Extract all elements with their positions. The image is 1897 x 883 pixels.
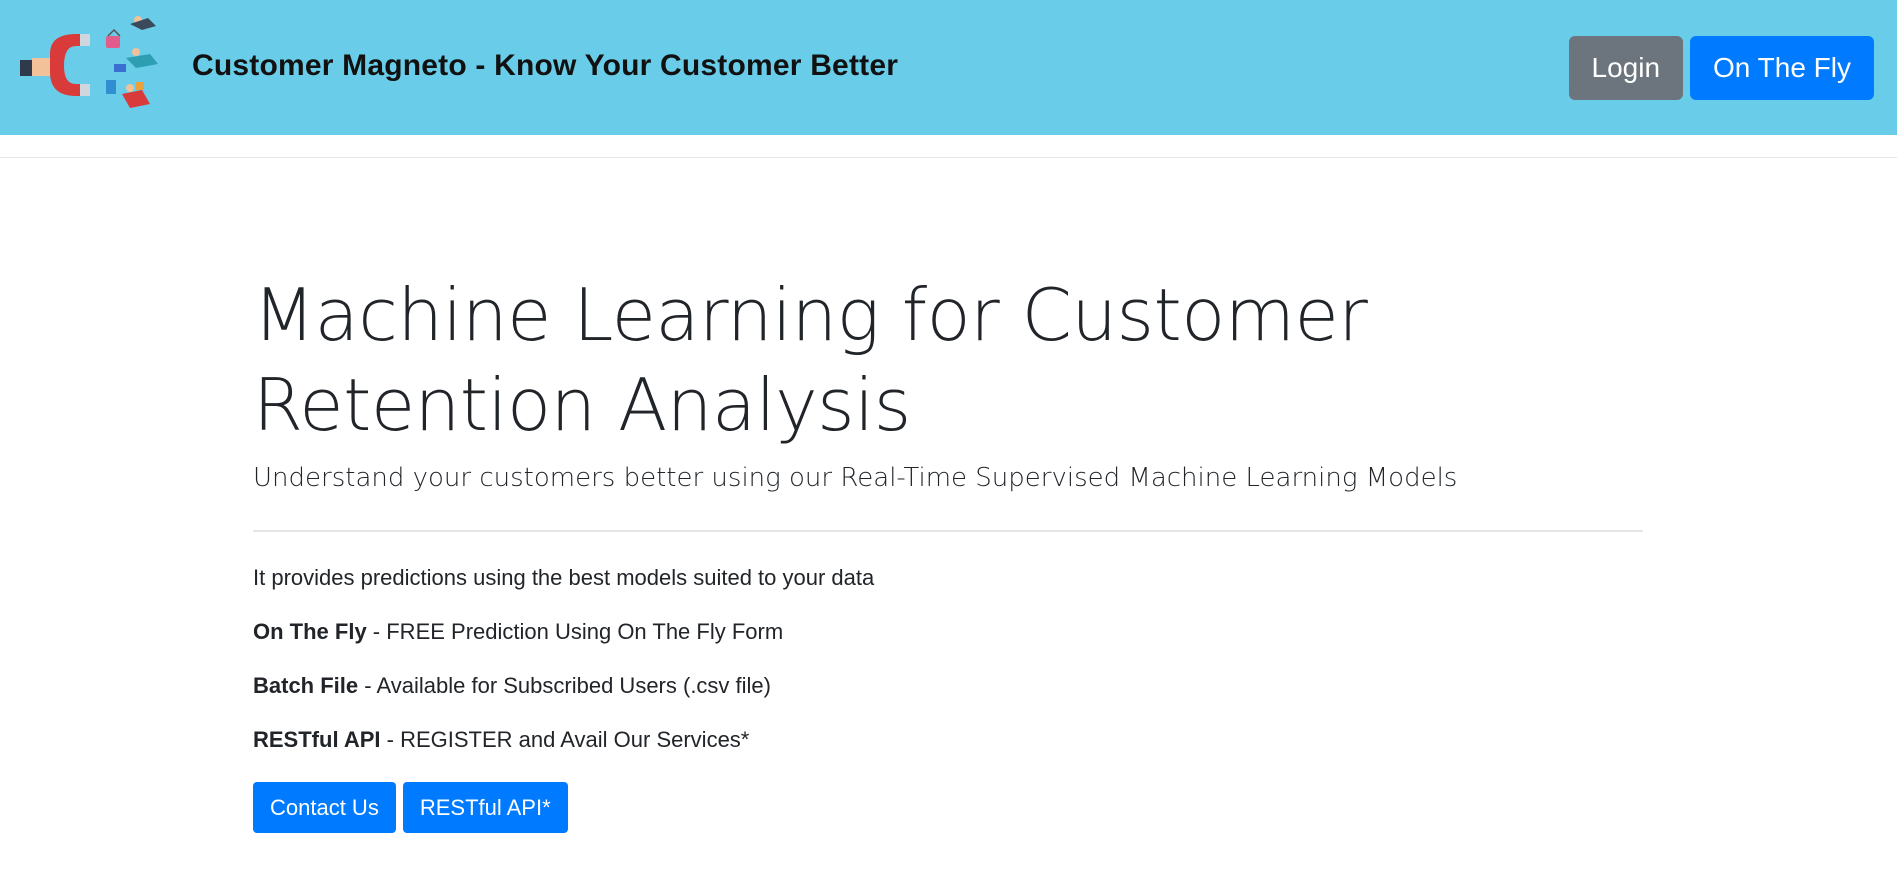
feature-restful-api: RESTful API - REGISTER and Avail Our Ser… — [253, 728, 1643, 752]
contact-us-button[interactable]: Contact Us — [253, 782, 396, 833]
feature-description: - REGISTER and Avail Our Services* — [380, 727, 750, 752]
feature-batch-file: Batch File - Available for Subscribed Us… — [253, 674, 1643, 698]
lead-text: Understand your customers better using o… — [253, 463, 1458, 493]
login-button[interactable]: Login — [1568, 36, 1684, 100]
brand[interactable]: Customer Magneto - Know Your Customer Be… — [18, 8, 898, 124]
feature-description: - FREE Prediction Using On The Fly Form — [366, 619, 784, 644]
feature-description: - Available for Subscribed Users (.csv f… — [358, 673, 771, 698]
feature-list: It provides predictions using the best m… — [253, 566, 1643, 752]
on-the-fly-button[interactable]: On The Fly — [1690, 36, 1874, 100]
divider — [253, 530, 1643, 532]
header-divider — [0, 135, 1897, 158]
navbar: Customer Magneto - Know Your Customer Be… — [0, 0, 1897, 135]
jumbotron: Machine Learning for Customer Retention … — [253, 270, 1643, 833]
nav-buttons: Login On The Fly — [1568, 36, 1874, 100]
feature-on-the-fly: On The Fly - FREE Prediction Using On Th… — [253, 620, 1643, 644]
magnet-logo-icon — [20, 16, 158, 108]
action-buttons: Contact Us RESTful API* — [253, 782, 1643, 833]
site-title: Customer Magneto - Know Your Customer Be… — [192, 49, 899, 82]
page-title: Machine Learning for Customer Retention … — [253, 273, 1368, 447]
feature-label: On The Fly — [253, 619, 367, 644]
feature-label: Batch File — [253, 673, 359, 698]
intro-text: It provides predictions using the best m… — [253, 565, 875, 590]
restful-api-button[interactable]: RESTful API* — [402, 782, 568, 833]
feature-label: RESTful API — [253, 727, 381, 752]
